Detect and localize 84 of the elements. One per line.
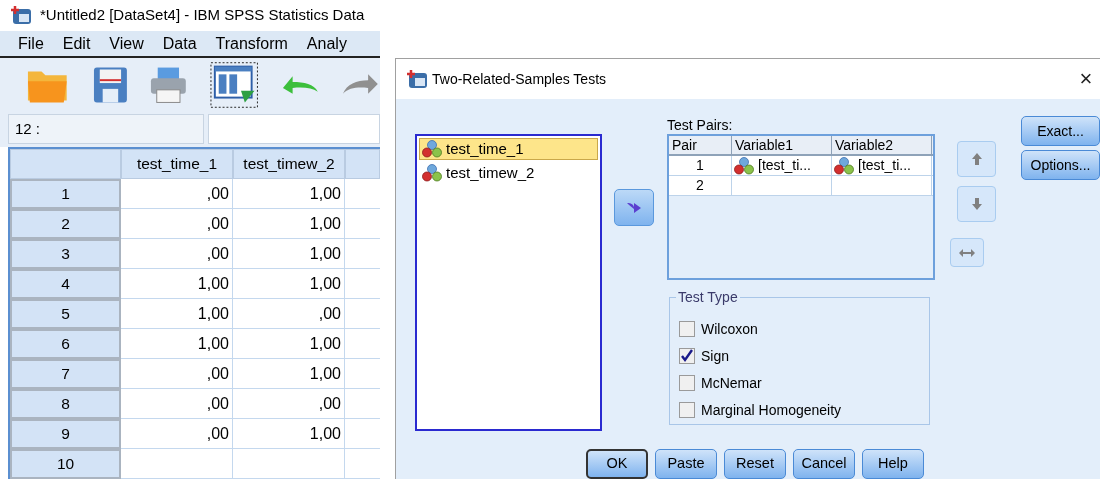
arrow-down-icon <box>970 197 983 211</box>
variable-icon <box>734 156 754 175</box>
arrow-right-icon <box>626 200 642 215</box>
table-cell-text: [test_ti... <box>758 156 811 175</box>
checkbox-label: Marginal Homogeneity <box>701 400 842 420</box>
table-cell[interactable]: ,00 <box>121 389 233 419</box>
row-header[interactable]: 3 <box>10 239 121 269</box>
table-cell: 1 <box>669 156 732 175</box>
checkbox-label: McNemar <box>701 373 762 393</box>
swap-arrows-icon <box>958 247 976 258</box>
menu-item[interactable]: File <box>18 31 44 56</box>
row-header[interactable]: 1 <box>10 179 121 209</box>
menu-item[interactable]: Transform <box>215 31 288 56</box>
variable-item[interactable]: test_timew_2 <box>419 162 598 184</box>
swap-button[interactable] <box>950 238 984 267</box>
column-header[interactable]: test_time_1 <box>121 149 233 179</box>
table-cell[interactable]: 1,00 <box>121 299 233 329</box>
table-cell[interactable]: 1,00 <box>121 329 233 359</box>
cell-value-field[interactable] <box>208 114 380 144</box>
column-header: Variable2 <box>832 136 932 154</box>
table-cell[interactable]: ,00 <box>121 209 233 239</box>
row-header[interactable]: 2 <box>10 209 121 239</box>
table-cell[interactable]: 1,00 <box>233 269 345 299</box>
table-cell[interactable]: 1,00 <box>233 239 345 269</box>
variable-list[interactable]: test_time_1 test_timew_2 <box>415 134 602 431</box>
check-icon <box>680 349 694 363</box>
cell-reference: 12 : <box>8 114 204 144</box>
row-header[interactable]: 10 <box>10 449 121 479</box>
table-cell[interactable]: 1,00 <box>233 329 345 359</box>
dialog-button[interactable]: OK <box>586 449 648 479</box>
column-header[interactable]: test_timew_2 <box>233 149 345 179</box>
test-pairs-label: Test Pairs: <box>667 116 733 135</box>
data-view-icon[interactable] <box>210 60 259 109</box>
checkbox[interactable] <box>679 375 695 391</box>
row-header[interactable]: 6 <box>10 329 121 359</box>
menu-item[interactable]: Analy <box>306 31 347 56</box>
table-cell[interactable]: ,00 <box>233 299 345 329</box>
menu-item[interactable]: Edit <box>62 31 91 56</box>
dialog-button[interactable]: Paste <box>655 449 717 479</box>
row-header[interactable]: 7 <box>10 359 121 389</box>
variable-item[interactable]: test_time_1 <box>419 138 598 160</box>
table-cell[interactable]: ,00 <box>121 179 233 209</box>
close-button[interactable]: × <box>1074 67 1098 91</box>
table-cell[interactable]: 1,00 <box>121 269 233 299</box>
table-cell[interactable]: 1,00 <box>233 359 345 389</box>
window-title: *Untitled2 [DataSet4] - IBM SPSS Statistics Data <box>40 5 365 26</box>
dialog-button[interactable]: Help <box>862 449 924 479</box>
empty-cell[interactable] <box>233 449 345 479</box>
dialog-button[interactable]: Options... <box>1021 150 1100 180</box>
table-cell-text: [test_ti... <box>858 156 911 175</box>
row-header[interactable]: 8 <box>10 389 121 419</box>
row-header[interactable]: 9 <box>10 419 121 449</box>
table-cell[interactable]: 1,00 <box>233 209 345 239</box>
app-icon <box>10 5 32 26</box>
move-right-button[interactable] <box>614 189 654 226</box>
checkbox[interactable] <box>679 402 695 418</box>
variable-icon <box>422 140 442 158</box>
column-header: Pair <box>669 136 732 154</box>
variable-icon <box>834 156 854 175</box>
dialog-button[interactable]: Cancel <box>793 449 855 479</box>
dialog-title: Two-Related-Samples Tests <box>432 69 607 89</box>
table-cell[interactable]: ,00 <box>121 359 233 389</box>
table-cell[interactable]: ,00 <box>233 389 345 419</box>
dialog-button[interactable]: Exact... <box>1021 116 1100 146</box>
checkbox-label: Wilcoxon <box>701 319 758 339</box>
dialog-button[interactable]: Reset <box>724 449 786 479</box>
checkbox[interactable] <box>679 348 695 364</box>
app-icon <box>406 69 428 89</box>
row-header[interactable]: 4 <box>10 269 121 299</box>
move-down-button[interactable] <box>957 186 996 222</box>
table-cell[interactable]: ,00 <box>121 239 233 269</box>
move-up-button[interactable] <box>957 141 996 177</box>
column-header: Variable1 <box>732 136 832 154</box>
menu-item[interactable]: Data <box>162 31 197 56</box>
table-cell[interactable]: 1,00 <box>233 179 345 209</box>
table-cell: 2 <box>669 176 732 195</box>
table-cell[interactable]: ,00 <box>121 419 233 449</box>
table-cell[interactable]: 1,00 <box>233 419 345 449</box>
variable-icon <box>422 164 442 182</box>
menu-item[interactable]: View <box>109 31 144 56</box>
checkbox-label: Sign <box>701 346 730 366</box>
arrow-up-icon <box>970 152 983 166</box>
row-header[interactable]: 5 <box>10 299 121 329</box>
checkbox[interactable] <box>679 321 695 337</box>
